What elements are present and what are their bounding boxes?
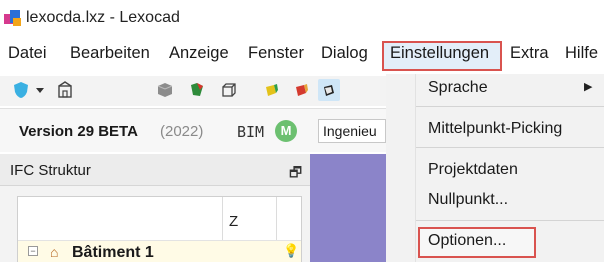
version-bar: Version 29 BETA (2022) BIM M Ingenieu — [0, 108, 386, 152]
column-header-z[interactable]: Z — [229, 213, 238, 230]
menu-item-optionen[interactable]: Optionen... — [428, 232, 506, 250]
title-bar: lexocda.lxz - Lexocad — [0, 0, 604, 36]
menu-bearbeiten[interactable]: Bearbeiten — [70, 44, 150, 63]
shield-icon[interactable] — [12, 81, 30, 99]
engineer-select[interactable]: Ingenieu — [318, 119, 386, 143]
menu-separator — [416, 147, 604, 148]
app-logo-icon — [4, 10, 22, 26]
cube-red-icon[interactable] — [292, 81, 310, 99]
bim-label: BIM — [237, 123, 265, 141]
map-shape-icon[interactable] — [188, 81, 206, 99]
menu-dialog[interactable]: Dialog — [321, 44, 368, 63]
menu-bar: Datei Bearbeiten Anzeige Fenster Dialog … — [0, 36, 604, 76]
chevron-down-icon[interactable] — [34, 81, 46, 99]
menu-hilfe[interactable]: Hilfe — [565, 44, 598, 63]
dropdown-icon-strip — [386, 74, 416, 262]
cube-outline-icon[interactable] — [220, 81, 238, 99]
cube-gray-icon[interactable] — [156, 81, 174, 99]
tree-row[interactable] — [18, 241, 301, 262]
building-outline-icon[interactable] — [56, 81, 74, 99]
menu-extra[interactable]: Extra — [510, 44, 549, 63]
version-year: (2022) — [160, 123, 204, 140]
ifc-panel-title: IFC Struktur — [10, 162, 91, 179]
menu-item-projektdaten[interactable]: Projektdaten — [428, 161, 518, 179]
ifc-panel-header: IFC Struktur 🗗 — [0, 154, 310, 186]
house-icon: ⌂ — [50, 244, 59, 260]
menu-item-mittelpunkt-picking[interactable]: Mittelpunkt-Picking — [428, 120, 562, 138]
cube-yellow-green-icon[interactable] — [262, 81, 280, 99]
menu-separator — [416, 220, 604, 221]
tree-item-label[interactable]: Bâtiment 1 — [72, 244, 154, 262]
menu-datei[interactable]: Datei — [8, 44, 47, 63]
pin-icon[interactable]: 🗗 — [289, 162, 302, 186]
menu-einstellungen[interactable]: Einstellungen — [390, 44, 489, 63]
bim-mode-badge[interactable]: M — [275, 120, 297, 142]
menu-anzeige[interactable]: Anzeige — [169, 44, 229, 63]
window-title: lexocda.lxz - Lexocad — [26, 9, 180, 26]
menu-fenster[interactable]: Fenster — [248, 44, 304, 63]
lightbulb-icon[interactable]: 💡 — [283, 243, 299, 259]
menu-item-nullpunkt[interactable]: Nullpunkt... — [428, 191, 508, 209]
collapse-toggle-icon[interactable]: − — [28, 246, 38, 256]
cube-selected-icon[interactable] — [318, 79, 340, 101]
menu-separator — [416, 106, 604, 107]
toolbar — [0, 76, 386, 106]
version-label: Version 29 BETA — [19, 123, 138, 140]
viewport-3d[interactable] — [310, 154, 386, 262]
submenu-arrow-icon: ▶ — [584, 81, 593, 93]
menu-item-sprache[interactable]: Sprache — [428, 79, 488, 97]
